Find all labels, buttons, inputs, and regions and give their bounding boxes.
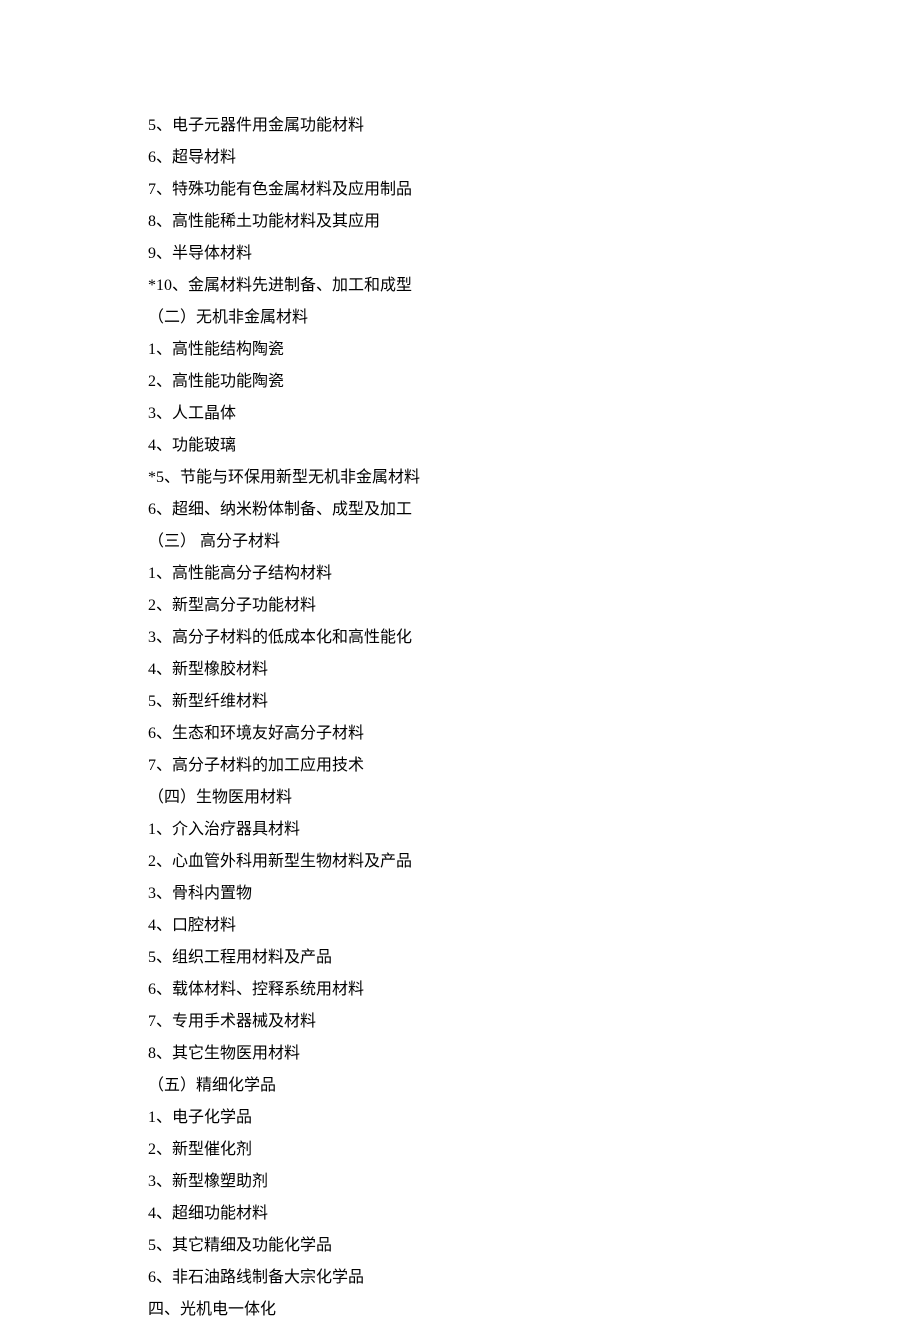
- section-heading: （五）精细化学品: [148, 1070, 800, 1102]
- list-item: 5、电子元器件用金属功能材料: [148, 110, 800, 142]
- list-item: *5、节能与环保用新型无机非金属材料: [148, 462, 800, 494]
- section-heading: 四、光机电一体化: [148, 1294, 800, 1326]
- list-item: 3、新型橡塑助剂: [148, 1166, 800, 1198]
- list-item: 5、其它精细及功能化学品: [148, 1230, 800, 1262]
- list-item: 5、组织工程用材料及产品: [148, 942, 800, 974]
- list-item: 2、高性能功能陶瓷: [148, 366, 800, 398]
- section-heading: （二）无机非金属材料: [148, 302, 800, 334]
- list-item: 6、非石油路线制备大宗化学品: [148, 1262, 800, 1294]
- list-item: 1、电子化学品: [148, 1102, 800, 1134]
- list-item: 7、高分子材料的加工应用技术: [148, 750, 800, 782]
- list-item: 6、超导材料: [148, 142, 800, 174]
- list-item: 2、心血管外科用新型生物材料及产品: [148, 846, 800, 878]
- list-item: 2、新型催化剂: [148, 1134, 800, 1166]
- list-item: 4、新型橡胶材料: [148, 654, 800, 686]
- list-item: 3、高分子材料的低成本化和高性能化: [148, 622, 800, 654]
- list-item: 9、半导体材料: [148, 238, 800, 270]
- list-item: 6、载体材料、控释系统用材料: [148, 974, 800, 1006]
- list-item: 8、其它生物医用材料: [148, 1038, 800, 1070]
- list-item: 4、超细功能材料: [148, 1198, 800, 1230]
- list-item: 6、生态和环境友好高分子材料: [148, 718, 800, 750]
- list-item: 1、高性能高分子结构材料: [148, 558, 800, 590]
- document-body: 5、电子元器件用金属功能材料 6、超导材料 7、特殊功能有色金属材料及应用制品 …: [0, 0, 920, 1326]
- list-item: 3、人工晶体: [148, 398, 800, 430]
- list-item: 7、特殊功能有色金属材料及应用制品: [148, 174, 800, 206]
- list-item: 1、高性能结构陶瓷: [148, 334, 800, 366]
- list-item: 4、口腔材料: [148, 910, 800, 942]
- list-item: 4、功能玻璃: [148, 430, 800, 462]
- list-item: *10、金属材料先进制备、加工和成型: [148, 270, 800, 302]
- list-item: 7、专用手术器械及材料: [148, 1006, 800, 1038]
- list-item: 1、介入治疗器具材料: [148, 814, 800, 846]
- list-item: 6、超细、纳米粉体制备、成型及加工: [148, 494, 800, 526]
- list-item: 2、新型高分子功能材料: [148, 590, 800, 622]
- list-item: 8、高性能稀土功能材料及其应用: [148, 206, 800, 238]
- section-heading: （三） 高分子材料: [148, 526, 800, 558]
- list-item: 5、新型纤维材料: [148, 686, 800, 718]
- section-heading: （四）生物医用材料: [148, 782, 800, 814]
- list-item: 3、骨科内置物: [148, 878, 800, 910]
